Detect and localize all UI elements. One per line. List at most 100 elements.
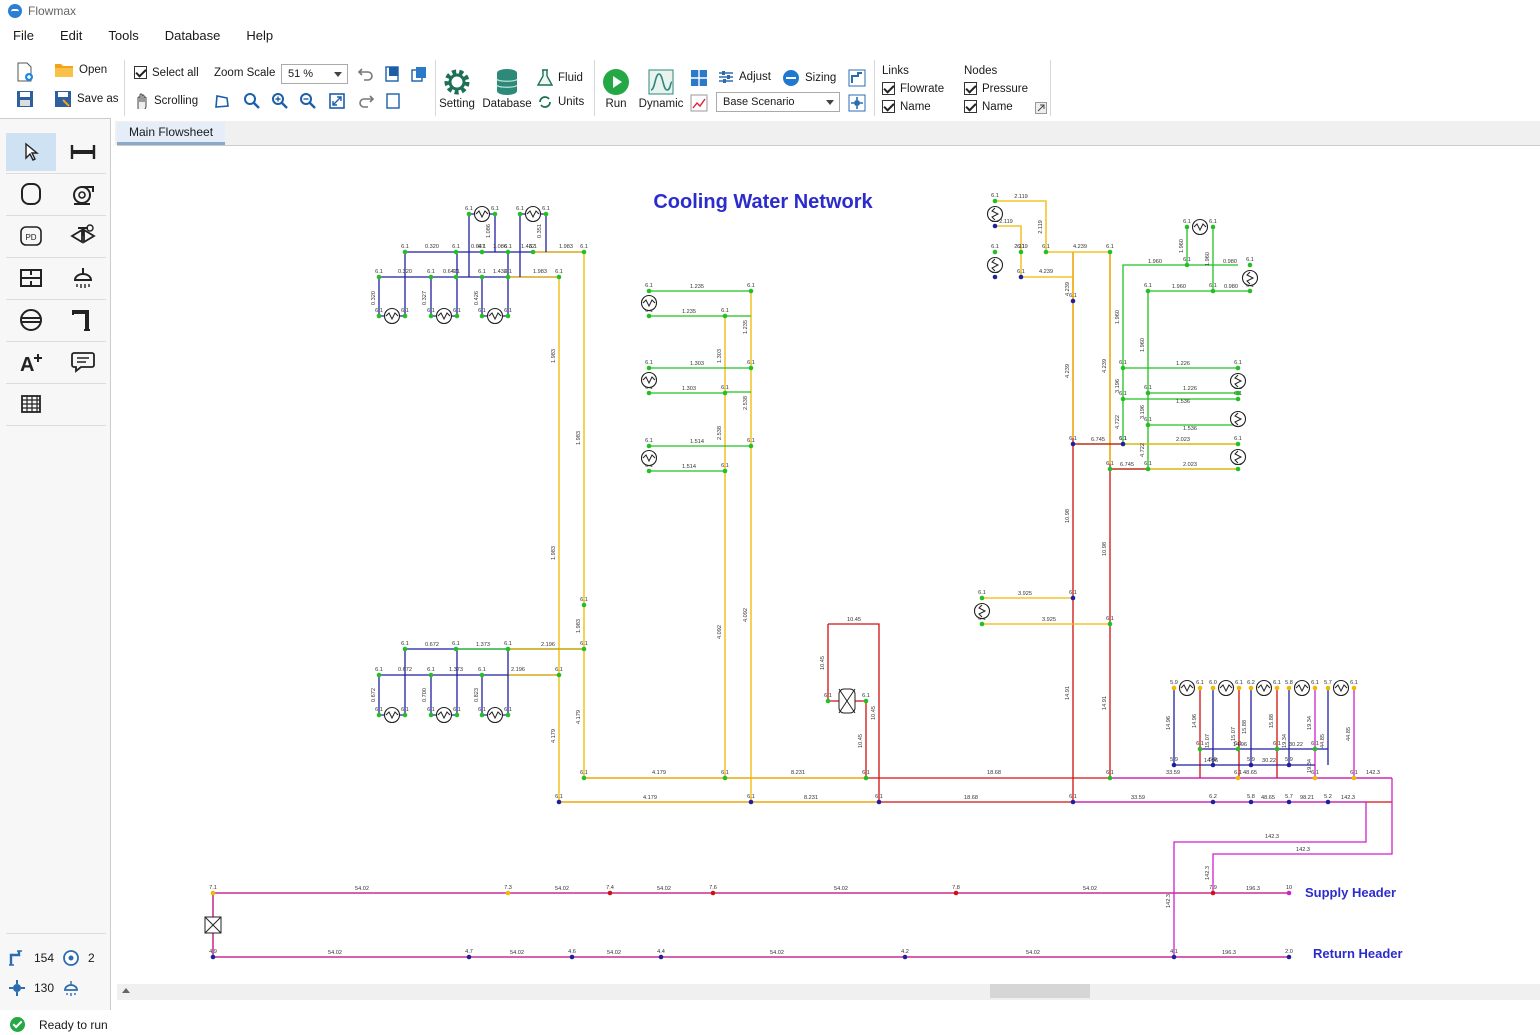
copy-icon[interactable] bbox=[410, 65, 428, 83]
add-text-tool[interactable]: A bbox=[6, 343, 56, 381]
links-name-checkbox[interactable]: Name bbox=[882, 100, 931, 113]
heat-exchanger-symbol bbox=[1217, 679, 1235, 697]
node-pressure-label: 6.1 bbox=[1119, 436, 1127, 442]
pipe-flow-label: 0.672 bbox=[425, 642, 439, 648]
node bbox=[1145, 288, 1151, 294]
scroll-left-icon[interactable] bbox=[122, 988, 130, 993]
scrollbar-thumb[interactable] bbox=[990, 984, 1090, 998]
node bbox=[825, 698, 831, 704]
paste-icon[interactable] bbox=[384, 92, 402, 110]
cut-icon[interactable] bbox=[384, 65, 402, 83]
pump-tool[interactable] bbox=[58, 175, 108, 213]
zoom-fit-icon[interactable] bbox=[328, 92, 346, 110]
header-flow-label: 33.59 bbox=[1166, 770, 1180, 776]
expand-panel-icon[interactable] bbox=[1035, 102, 1047, 114]
menu-database[interactable]: Database bbox=[152, 28, 234, 43]
node-pressure-label: 7.1 bbox=[209, 885, 217, 891]
pipe-tool[interactable] bbox=[58, 133, 108, 171]
scrolling-button[interactable]: Scrolling bbox=[134, 92, 198, 109]
grid-table-icon[interactable] bbox=[690, 69, 708, 87]
heat-exchanger-symbol bbox=[1255, 679, 1273, 697]
links-flowrate-checkbox[interactable]: Flowrate bbox=[882, 82, 944, 95]
units-button[interactable]: Units bbox=[537, 94, 584, 110]
save-button[interactable] bbox=[16, 90, 39, 108]
select-all-button[interactable]: Select all bbox=[134, 66, 199, 79]
sizing-label: Sizing bbox=[805, 72, 837, 84]
node bbox=[402, 313, 408, 319]
redo-icon[interactable] bbox=[357, 92, 375, 110]
menu-edit[interactable]: Edit bbox=[47, 28, 95, 43]
tab-main-flowsheet[interactable]: Main Flowsheet bbox=[117, 122, 226, 145]
menu-file[interactable]: File bbox=[0, 28, 47, 43]
pipe-flow-label: 10.45 bbox=[847, 617, 861, 623]
node bbox=[505, 274, 511, 280]
zoom-scale-text: Zoom Scale bbox=[214, 67, 276, 79]
zoom-in-icon[interactable] bbox=[271, 92, 289, 110]
component-palette: PD A 154 2 130 bbox=[0, 118, 111, 1010]
node-pressure-label: 6.1 bbox=[580, 597, 588, 603]
pipe-flow-label: 4.239 bbox=[1102, 359, 1108, 373]
horizontal-scrollbar[interactable] bbox=[117, 984, 1540, 1000]
node bbox=[979, 595, 985, 601]
node-pressure-label: 6.1 bbox=[504, 308, 512, 314]
control-valve-tool[interactable] bbox=[58, 217, 108, 255]
menu-tools[interactable]: Tools bbox=[95, 28, 151, 43]
pipe-flow-label: 1.373 bbox=[476, 642, 490, 648]
zoom-icon[interactable] bbox=[243, 92, 261, 110]
nodes-pressure-checkbox[interactable]: Pressure bbox=[964, 82, 1028, 95]
open-button[interactable]: Open bbox=[54, 62, 107, 78]
node bbox=[1235, 746, 1241, 752]
spray-nozzle-tool[interactable] bbox=[58, 259, 108, 297]
adjust-button[interactable]: Adjust bbox=[718, 69, 771, 85]
pipe-network-icon[interactable] bbox=[848, 69, 866, 87]
node-pressure-label: 6.1 bbox=[453, 707, 461, 713]
scenario-select[interactable]: Base Scenario bbox=[716, 92, 840, 112]
save-as-button[interactable]: Save as bbox=[54, 90, 119, 108]
heat-exchanger-tool[interactable] bbox=[6, 259, 56, 297]
pd-pump-icon: PD bbox=[20, 226, 42, 246]
undo-icon[interactable] bbox=[357, 65, 375, 83]
pipe-flow-label: 19.34 bbox=[1307, 716, 1313, 730]
node bbox=[646, 288, 652, 294]
comment-tool[interactable] bbox=[58, 343, 108, 381]
table-tool[interactable] bbox=[6, 385, 56, 423]
nodes-name-checkbox[interactable]: Name bbox=[964, 100, 1013, 113]
node-pressure-label: 6.1 bbox=[478, 244, 486, 250]
node bbox=[1236, 685, 1242, 691]
sizing-button[interactable]: Sizing bbox=[782, 69, 836, 87]
svg-text:A: A bbox=[20, 354, 34, 373]
dynamic-button[interactable]: Dynamic bbox=[639, 68, 683, 110]
pipe-flow-label: 1.303 bbox=[690, 361, 704, 367]
node bbox=[863, 698, 869, 704]
fluid-button[interactable]: Fluid bbox=[537, 69, 583, 87]
node-pressure-label: 6.1 bbox=[824, 693, 832, 699]
new-file-button[interactable] bbox=[16, 62, 39, 82]
run-button[interactable]: Run bbox=[600, 68, 632, 110]
polygon-select-icon[interactable] bbox=[213, 92, 231, 110]
elbow-tool[interactable] bbox=[58, 301, 108, 339]
header-flow-label: 8.231 bbox=[791, 770, 805, 776]
tank-tool[interactable] bbox=[6, 175, 56, 213]
pipe-flow-label: 15.88 bbox=[1242, 720, 1248, 734]
node bbox=[646, 443, 652, 449]
node bbox=[1171, 685, 1177, 691]
pipe-flow-label: 3.925 bbox=[1018, 591, 1032, 597]
pipe-flow-label: 10.45 bbox=[858, 734, 864, 748]
hand-icon bbox=[137, 93, 147, 109]
node bbox=[1145, 422, 1151, 428]
pointer-tool[interactable] bbox=[6, 133, 56, 171]
pipe-flow-label: 4.179 bbox=[576, 710, 582, 724]
database-button[interactable]: Database bbox=[482, 68, 532, 110]
g3-exchanger-loop bbox=[430, 649, 458, 716]
flowsheet-canvas[interactable]: Cooling Water Network Supply Header Retu… bbox=[117, 145, 1540, 1000]
setting-button[interactable]: Setting bbox=[439, 68, 475, 110]
pd-pump-tool[interactable]: PD bbox=[6, 217, 56, 255]
trend-chart-icon[interactable] bbox=[690, 94, 708, 112]
menu-help[interactable]: Help bbox=[233, 28, 286, 43]
zoom-out-icon[interactable] bbox=[299, 92, 317, 110]
node-network-icon[interactable] bbox=[848, 94, 866, 112]
zoom-scale-select[interactable]: 51 % bbox=[281, 64, 348, 84]
orifice-tool[interactable] bbox=[6, 301, 56, 339]
adjust-label: Adjust bbox=[739, 71, 771, 83]
pipe-flow-label: 1.514 bbox=[682, 464, 696, 470]
